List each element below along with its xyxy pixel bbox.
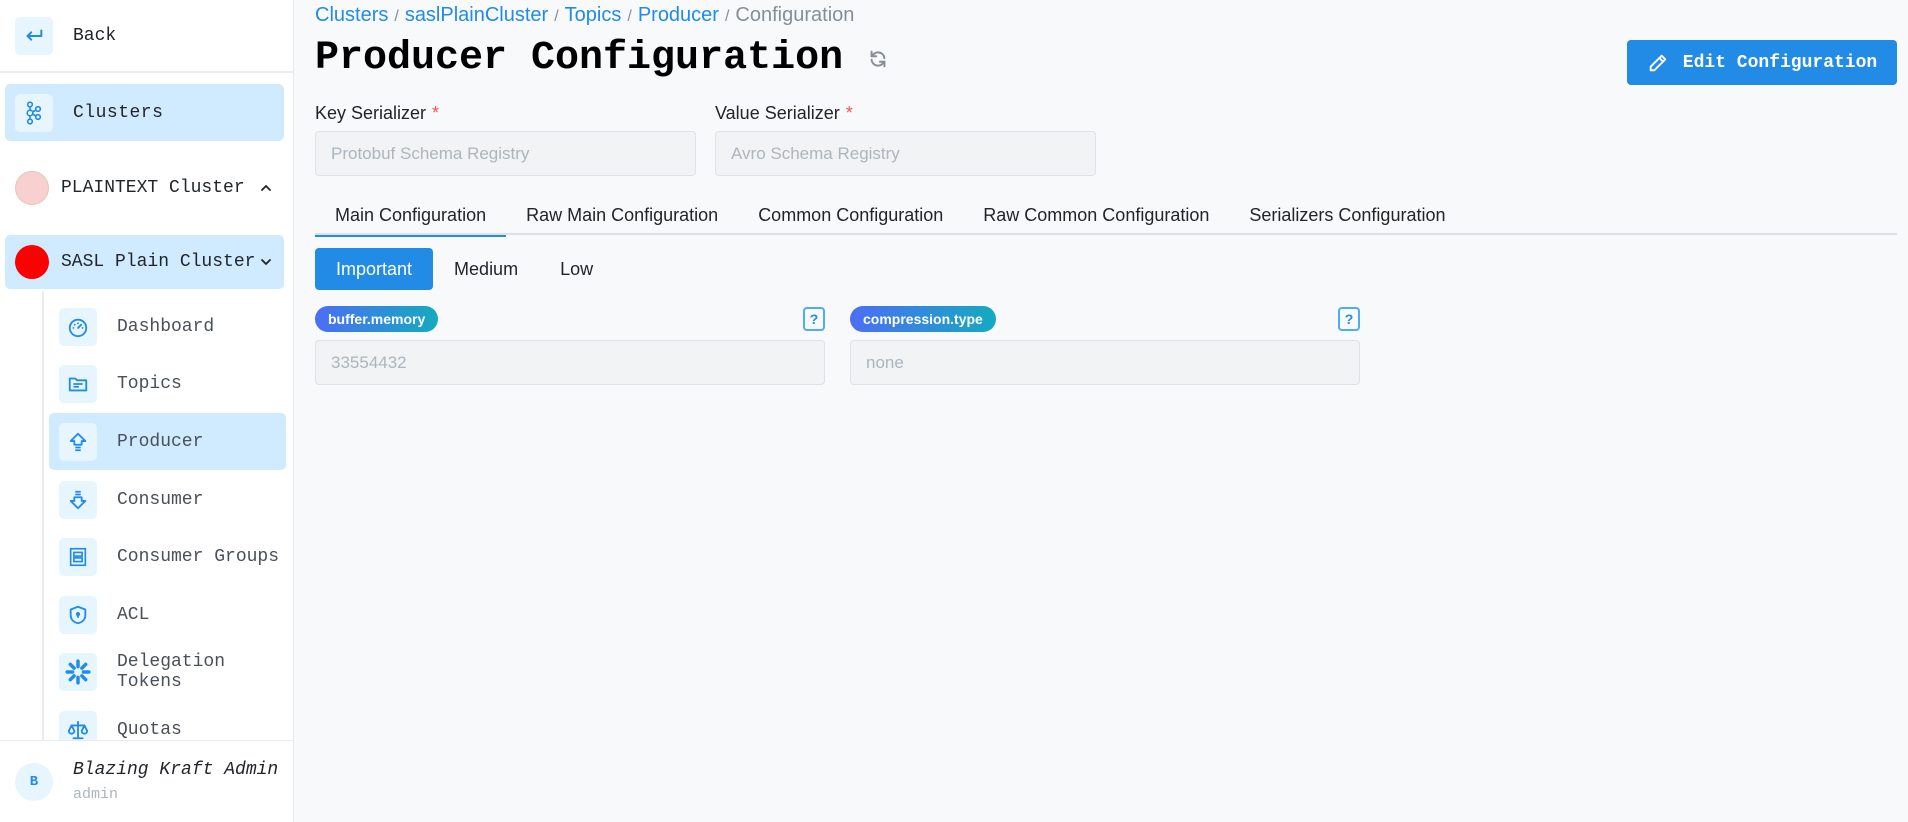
cluster-color-dot [15, 245, 49, 279]
breadcrumb-current: Configuration [735, 4, 855, 26]
nav-label: Consumer [117, 489, 204, 510]
tab-main-configuration[interactable]: Main Configuration [315, 195, 507, 237]
breadcrumb-clusters[interactable]: Clusters [315, 4, 388, 26]
tab-raw-common-configuration[interactable]: Raw Common Configuration [963, 195, 1229, 235]
config-value-input[interactable]: none [850, 340, 1360, 385]
user-profile[interactable]: B Blazing Kraft Admin admin [0, 740, 293, 822]
scale-icon [59, 710, 97, 740]
breadcrumb-cluster[interactable]: saslPlainCluster [405, 4, 548, 26]
importance-selector: Important Medium Low [315, 248, 614, 290]
required-mark: * [432, 103, 440, 123]
pencil-icon [1647, 52, 1669, 74]
importance-important[interactable]: Important [315, 248, 434, 290]
label-text: Value Serializer [715, 103, 840, 123]
cluster-color-dot [15, 171, 49, 205]
value-serializer-select[interactable]: Avro Schema Registry [715, 131, 1096, 176]
importance-low[interactable]: Low [539, 248, 614, 290]
breadcrumb-separator: / [627, 8, 632, 25]
nav-label: Delegation Tokens [117, 651, 226, 692]
edit-button-label: Edit Configuration [1682, 52, 1878, 73]
cluster-subnav[interactable]: Dashboard Topics Producer Consumer Consu… [42, 291, 294, 740]
back-button[interactable]: Back [0, 0, 293, 73]
breadcrumb-separator: / [724, 8, 730, 25]
gauge-icon [59, 307, 97, 346]
chevron-down-icon[interactable] [256, 252, 276, 272]
nav-label: Quotas [117, 719, 182, 740]
cluster-sasl-plain[interactable]: SASL Plain Cluster [5, 235, 284, 289]
config-key-badge: compression.type [850, 306, 996, 332]
value-serializer-label: Value Serializer * [715, 103, 853, 124]
config-key-badge: buffer.memory [315, 306, 439, 332]
breadcrumb: Clusters / saslPlainCluster / Topics / Produce… [315, 4, 854, 27]
importance-medium[interactable]: Medium [433, 248, 539, 290]
required-mark: * [845, 103, 853, 123]
upload-arrow-icon [59, 422, 97, 461]
clusters-label: Clusters [73, 102, 164, 123]
sidebar-item-producer[interactable]: Producer [49, 413, 286, 470]
key-serializer-value: Protobuf Schema Registry [331, 143, 530, 163]
nav-label: Producer [117, 431, 204, 452]
tab-serializers-configuration[interactable]: Serializers Configuration [1229, 195, 1465, 235]
cluster-name: SASL Plain Cluster [61, 252, 256, 272]
user-role: admin [73, 786, 119, 803]
nav-label: Consumer Groups [117, 546, 280, 567]
value-serializer-value: Avro Schema Registry [731, 143, 900, 163]
config-value-input[interactable]: 33554432 [315, 340, 825, 385]
breadcrumb-topics[interactable]: Topics [565, 4, 622, 26]
help-icon[interactable]: ? [1338, 307, 1360, 331]
config-value: none [866, 352, 904, 372]
nav-label: Topics [117, 373, 182, 394]
sidebar-item-consumer[interactable]: Consumer [49, 471, 286, 528]
asterisk-icon [59, 652, 97, 691]
tab-common-configuration[interactable]: Common Configuration [738, 195, 963, 235]
sidebar-item-delegation-tokens[interactable]: Delegation Tokens [49, 643, 286, 700]
download-arrow-icon [59, 480, 97, 519]
sidebar-item-dashboard[interactable]: Dashboard [49, 298, 286, 355]
back-arrow-icon [15, 16, 53, 55]
avatar: B [15, 762, 53, 801]
user-name: Blazing Kraft Admin [73, 760, 279, 780]
sidebar-item-acl[interactable]: ACL [49, 586, 286, 643]
breadcrumb-producer[interactable]: Producer [638, 4, 719, 26]
nav-label: Dashboard [117, 316, 215, 337]
cluster-name: PLAINTEXT Cluster [61, 178, 245, 198]
key-serializer-select[interactable]: Protobuf Schema Registry [315, 131, 696, 176]
page-title: Producer Configuration [315, 36, 889, 81]
tab-raw-main-configuration[interactable]: Raw Main Configuration [506, 195, 738, 235]
key-serializer-label: Key Serializer * [315, 103, 439, 124]
label-text: Key Serializer [315, 103, 427, 123]
config-field-buffer-memory: buffer.memory ? 33554432 [315, 306, 825, 385]
sidebar-item-topics[interactable]: Topics [49, 355, 286, 412]
cluster-plaintext[interactable]: PLAINTEXT Cluster [5, 161, 284, 215]
config-tabs: Main Configuration Raw Main Configuratio… [315, 195, 1897, 237]
edit-configuration-button[interactable]: Edit Configuration [1627, 40, 1897, 85]
sidebar-item-quotas[interactable]: Quotas [49, 701, 286, 740]
nav-label: ACL [117, 604, 150, 625]
config-value: 33554432 [331, 352, 407, 372]
back-label: Back [73, 25, 117, 46]
kafka-icon [15, 93, 53, 132]
group-frame-icon [59, 537, 97, 576]
config-field-compression-type: compression.type ? none [850, 306, 1360, 385]
page-title-text: Producer Configuration [315, 36, 844, 81]
shield-lock-icon [59, 595, 97, 634]
sidebar-item-clusters[interactable]: Clusters [5, 84, 284, 141]
chevron-up-icon[interactable] [256, 178, 276, 198]
help-icon[interactable]: ? [803, 307, 825, 331]
main-content: Clusters / saslPlainCluster / Topics / Produce… [315, 0, 1908, 822]
sidebar-item-consumer-groups[interactable]: Consumer Groups [49, 528, 286, 585]
folder-icon [59, 364, 97, 403]
sidebar: Back Clusters PLAINTEXT Cluster SASL Pla… [0, 0, 294, 822]
refresh-icon[interactable] [867, 48, 889, 70]
breadcrumb-separator: / [554, 8, 559, 25]
breadcrumb-separator: / [394, 8, 399, 25]
